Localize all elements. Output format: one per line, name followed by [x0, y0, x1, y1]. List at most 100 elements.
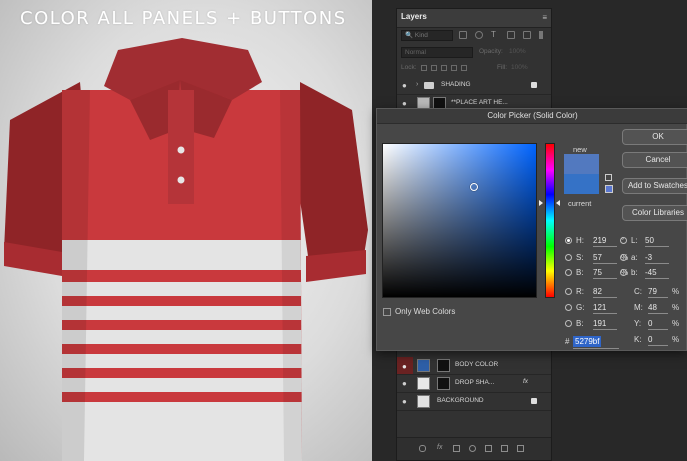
visibility-eye-icon[interactable]: ●	[402, 380, 407, 388]
lab-a-input[interactable]: -3	[645, 252, 669, 264]
lab-b-input[interactable]: -45	[645, 267, 669, 279]
filter-shape-icon[interactable]	[507, 31, 515, 39]
radio-lab-b[interactable]	[620, 269, 627, 276]
filter-row: 🔍 Kind T	[397, 28, 551, 44]
green-input[interactable]: 121	[593, 302, 617, 314]
add-style-icon[interactable]: fx	[437, 444, 444, 452]
radio-hue[interactable]	[565, 237, 572, 244]
ok-button[interactable]: OK	[622, 129, 687, 145]
filter-type-icon[interactable]: T	[491, 31, 499, 39]
radio-green[interactable]	[565, 304, 572, 311]
blue-label: B:	[576, 319, 584, 328]
hex-input[interactable]: 5279bf	[573, 336, 602, 347]
blend-mode-select[interactable]: Normal	[401, 47, 473, 58]
adjustment-layer-icon[interactable]	[469, 445, 476, 452]
color-libraries-button[interactable]: Color Libraries	[622, 205, 687, 221]
headline: COLOR ALL PANELS + BUTTONS	[20, 8, 347, 29]
web-safe-cube-icon[interactable]	[605, 174, 612, 181]
layer-row-drop-shadow[interactable]: ● DROP SHA... fx	[397, 375, 551, 393]
link-layers-icon[interactable]	[419, 445, 426, 452]
cyan-input[interactable]: 79	[648, 286, 668, 298]
magenta-input[interactable]: 48	[648, 302, 668, 314]
lock-all-icon[interactable]	[461, 65, 467, 71]
filter-kind-label: Kind	[414, 32, 428, 39]
radio-red[interactable]	[565, 288, 572, 295]
hue-input[interactable]: 219	[593, 235, 617, 247]
layer-thumbnail	[417, 395, 430, 408]
new-group-icon[interactable]	[485, 445, 492, 452]
hue-slider[interactable]	[545, 143, 555, 298]
hex-input-underline	[573, 348, 619, 349]
visibility-eye-icon[interactable]: ●	[402, 398, 407, 406]
lock-transparent-icon[interactable]	[421, 65, 427, 71]
lab-l-input[interactable]: 50	[645, 235, 669, 247]
filter-pixel-icon[interactable]	[459, 31, 467, 39]
red-input[interactable]: 82	[593, 286, 617, 298]
filter-kind-select[interactable]: 🔍 Kind	[401, 30, 453, 41]
chevron-right-icon[interactable]: ›	[416, 81, 418, 88]
layer-row-body-color[interactable]: ● BODY COLOR	[397, 357, 551, 375]
saturation-input[interactable]: 57	[593, 252, 617, 264]
radio-brightness[interactable]	[565, 269, 572, 276]
panel-menu-icon[interactable]: ≡	[542, 13, 547, 22]
layer-row-shading[interactable]: ● › SHADING	[397, 77, 551, 95]
lock-label: Lock:	[401, 64, 417, 71]
layers-bottom-toolbar: fx	[397, 437, 551, 460]
tab-layers[interactable]: Layers	[401, 12, 427, 21]
radio-lab-l[interactable]	[620, 237, 627, 244]
trash-icon[interactable]	[517, 445, 524, 452]
lock-move-icon[interactable]	[441, 65, 447, 71]
lock-brush-icon[interactable]	[431, 65, 437, 71]
saturation-label: S:	[576, 253, 584, 262]
layer-name: SHADING	[441, 81, 471, 88]
layer-fx-badge[interactable]: fx	[523, 378, 528, 385]
green-label: G:	[576, 303, 585, 312]
visibility-eye-icon[interactable]: ●	[397, 357, 413, 374]
blend-row: Normal Opacity: 100%	[397, 45, 551, 61]
only-web-colors-label: Only Web Colors	[395, 307, 456, 316]
radio-lab-a[interactable]	[620, 254, 627, 261]
radio-saturation[interactable]	[565, 254, 572, 261]
web-safe-color-swatch[interactable]	[605, 185, 613, 193]
fill-label: Fill:	[497, 64, 508, 71]
layer-name: BODY COLOR	[455, 361, 499, 368]
current-label: current	[568, 199, 592, 208]
filter-adjustment-icon[interactable]	[475, 31, 483, 39]
current-color-swatch[interactable]	[564, 174, 599, 194]
layer-lock-icon	[531, 398, 537, 404]
layer-row-background[interactable]: ● BACKGROUND	[397, 393, 551, 411]
lab-a-label: a:	[631, 253, 638, 262]
visibility-eye-icon[interactable]: ●	[402, 82, 407, 90]
lock-artboard-icon[interactable]	[451, 65, 457, 71]
cancel-button[interactable]: Cancel	[622, 152, 687, 168]
new-label: new	[573, 145, 587, 154]
yellow-input[interactable]: 0	[648, 318, 668, 330]
brightness-input[interactable]: 75	[593, 267, 617, 279]
only-web-colors-checkbox[interactable]	[383, 308, 391, 316]
black-input[interactable]: 0	[648, 334, 668, 346]
yellow-label: Y:	[634, 319, 642, 328]
cyan-label: C:	[634, 287, 642, 296]
color-field-marker[interactable]	[470, 183, 478, 191]
hue-slider-arrow-left[interactable]	[539, 200, 543, 206]
add-to-swatches-button[interactable]: Add to Swatches	[622, 178, 687, 194]
lock-row: Lock: Fill: 100%	[397, 61, 551, 77]
layer-lock-icon	[531, 82, 537, 88]
hue-slider-arrow-right[interactable]	[556, 200, 560, 206]
visibility-eye-icon[interactable]: ●	[402, 100, 407, 108]
fill-value[interactable]: 100%	[511, 64, 528, 71]
saturation-brightness-field[interactable]	[382, 143, 537, 298]
layers-panel-tabbar: Layers ≡	[397, 9, 551, 28]
add-mask-icon[interactable]	[453, 445, 460, 452]
new-layer-icon[interactable]	[501, 445, 508, 452]
black-label: K:	[634, 335, 642, 344]
filter-smart-object-icon[interactable]	[523, 31, 531, 39]
opacity-value[interactable]: 100%	[509, 48, 526, 55]
brightness-label: B:	[576, 268, 584, 277]
blue-input[interactable]: 191	[593, 318, 617, 330]
layer-name: BACKGROUND	[437, 397, 484, 404]
hue-label: H:	[576, 236, 584, 245]
radio-blue[interactable]	[565, 320, 572, 327]
filter-toggle-icon[interactable]	[539, 31, 543, 39]
polo-shirt-image	[4, 38, 368, 461]
